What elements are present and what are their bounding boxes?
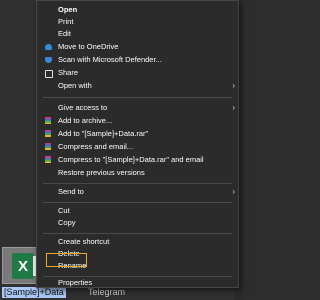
menu-item-label: Compress to "[Sample]+Data.rar" and emai… (58, 155, 204, 164)
menu-item-print[interactable]: Print (37, 16, 238, 28)
menu-item-label: Open with (58, 81, 92, 90)
menu-item-label: Edit (58, 29, 71, 38)
menu-item-add-to-archive[interactable]: Add to archive... (37, 115, 238, 127)
menu-item-label: Compress and email... (58, 142, 134, 151)
menu-item-give-access[interactable]: Give access to › (37, 102, 238, 114)
menu-item-label: Scan with Microsoft Defender... (58, 55, 162, 64)
menu-item-copy[interactable]: Copy (37, 217, 238, 229)
context-menu: Open Print Edit Move to OneDrive Scan wi… (36, 0, 239, 288)
winrar-icon (45, 156, 51, 163)
menu-item-properties[interactable]: Properties (37, 277, 238, 289)
menu-item-label: Print (58, 17, 74, 26)
excel-file-icon: X (12, 253, 39, 279)
menu-item-label: Cut (58, 206, 70, 215)
winrar-icon (45, 117, 51, 124)
menu-item-label: Give access to (58, 103, 108, 112)
winrar-icon (45, 130, 51, 137)
chevron-right-icon: › (232, 187, 235, 196)
menu-item-label: Send to (58, 187, 84, 196)
defender-shield-icon (45, 57, 52, 63)
menu-item-label: Properties (58, 278, 93, 287)
menu-item-label: Copy (58, 218, 76, 227)
menu-item-label: Add to archive... (58, 116, 113, 125)
menu-item-label: Move to OneDrive (58, 42, 119, 51)
menu-item-label: Restore previous versions (58, 168, 145, 177)
menu-item-scan-defender[interactable]: Scan with Microsoft Defender... (37, 54, 238, 66)
menu-item-share[interactable]: Share (37, 67, 238, 79)
share-icon (45, 70, 53, 78)
onedrive-cloud-icon (45, 44, 52, 50)
menu-item-add-to-rar[interactable]: Add to "[Sample]+Data.rar" (37, 128, 238, 140)
chevron-right-icon: › (232, 81, 235, 90)
menu-item-open[interactable]: Open (37, 4, 238, 16)
menu-item-label: Share (58, 68, 79, 77)
menu-item-cut[interactable]: Cut (37, 205, 238, 217)
menu-separator (43, 97, 232, 98)
menu-item-edit[interactable]: Edit (37, 28, 238, 40)
menu-item-compress-to-rar-and-email[interactable]: Compress to "[Sample]+Data.rar" and emai… (37, 154, 238, 166)
menu-item-create-shortcut[interactable]: Create shortcut (37, 236, 238, 248)
menu-separator (43, 233, 232, 234)
menu-item-restore-previous-versions[interactable]: Restore previous versions (37, 167, 238, 179)
menu-separator (43, 202, 232, 203)
menu-item-label: Add to "[Sample]+Data.rar" (58, 129, 149, 138)
menu-separator (43, 183, 232, 184)
menu-item-open-with[interactable]: Open with › (37, 80, 238, 92)
winrar-icon (45, 143, 51, 150)
menu-item-send-to[interactable]: Send to › (37, 186, 238, 198)
menu-item-label: Create shortcut (58, 237, 110, 246)
rename-highlight-box (46, 253, 87, 267)
menu-item-move-to-onedrive[interactable]: Move to OneDrive (37, 41, 238, 53)
menu-item-compress-and-email[interactable]: Compress and email... (37, 141, 238, 153)
chevron-right-icon: › (232, 103, 235, 112)
menu-item-label: Open (58, 5, 78, 14)
